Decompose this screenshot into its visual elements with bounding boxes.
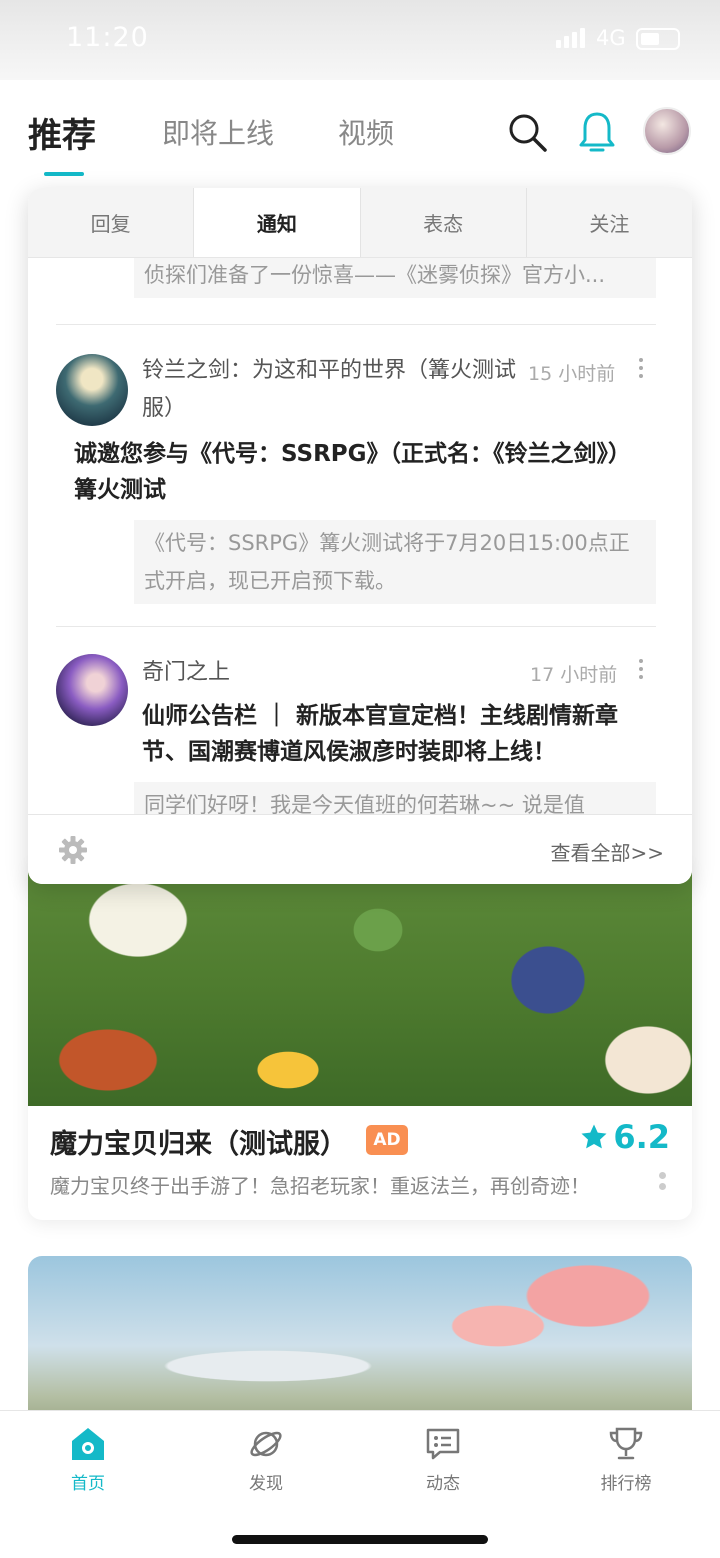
tab-active-indicator (44, 172, 84, 176)
game-description: 魔力宝贝终于出手游了！急招老玩家！重返法兰，再创奇迹！ (50, 1174, 590, 1198)
home-indicator (232, 1535, 488, 1544)
tab-upcoming[interactable]: 即将上线 (162, 112, 274, 152)
tab-notifications[interactable]: 通知 (194, 188, 361, 257)
nav-label: 排行榜 (600, 1474, 652, 1494)
battery-icon (636, 28, 680, 50)
star-icon (581, 1124, 607, 1149)
search-icon[interactable] (508, 113, 548, 157)
planet-icon (250, 1431, 282, 1457)
trophy-icon (609, 1427, 643, 1460)
notification-sender[interactable]: 铃兰之剑：为这和平的世界（篝火测试服） (142, 352, 522, 428)
notification-time: 15 小时前 (528, 363, 616, 385)
nav-label: 首页 (71, 1474, 105, 1494)
more-icon[interactable] (637, 659, 645, 679)
user-avatar[interactable] (643, 107, 691, 155)
notification-sender[interactable]: 奇门之上 (142, 654, 522, 692)
nav-label: 动态 (426, 1474, 460, 1494)
tab-recommend[interactable]: 推荐 (28, 108, 96, 157)
nav-home[interactable]: 首页 (28, 1425, 148, 1494)
status-time: 11:20 (66, 22, 149, 53)
nav-feed[interactable]: 动态 (383, 1425, 503, 1494)
game-card[interactable]: 魔力宝贝归来（测试服） AD 6.2 魔力宝贝终于出手游了！急招老玩家！重返法兰… (28, 860, 692, 1220)
nav-label: 发现 (249, 1474, 283, 1494)
view-all-link[interactable]: 查看全部>> (550, 837, 664, 866)
signal-icon (556, 28, 585, 48)
notification-quote: 侦探们准备了一份惊喜——《迷雾侦探》官方小... (134, 258, 656, 298)
avatar[interactable] (56, 654, 128, 726)
notification-title[interactable]: 诚邀您参与《代号：SSRPG》（正式名：《铃兰之剑》）篝火测试 (74, 436, 634, 508)
avatar[interactable] (56, 354, 128, 426)
notification-quote: 《代号：SSRPG》篝火测试将于7月20日15:00点正式开启，现已开启预下载。 (134, 520, 656, 604)
notification-title[interactable]: 仙师公告栏 ｜ 新版本官宣定档！主线剧情新章节、国潮赛博道风侯淑彦时装即将上线！ (142, 698, 662, 770)
tab-video[interactable]: 视频 (338, 112, 394, 152)
list-divider (56, 324, 656, 325)
notification-list[interactable]: 侦探们准备了一份惊喜——《迷雾侦探》官方小... 铃兰之剑：为这和平的世界（篝火… (28, 258, 692, 814)
bell-icon[interactable] (578, 110, 616, 158)
network-type: 4G (596, 26, 626, 50)
notification-time: 17 小时前 (530, 664, 618, 686)
notification-quote: 同学们好呀！我是今天值班的何若琳~~ 说是值 (134, 782, 656, 814)
more-icon[interactable] (658, 1172, 666, 1190)
rating: 6.2 (579, 1118, 670, 1156)
status-bar: 11:20 4G (0, 0, 720, 80)
nav-ranking[interactable]: 排行榜 (566, 1425, 686, 1494)
more-icon[interactable] (637, 358, 645, 378)
notification-panel: 回复 通知 表态 关注 侦探们准备了一份惊喜——《迷雾侦探》官方小... 铃兰之… (28, 188, 692, 884)
game-banner-image[interactable] (28, 860, 692, 1106)
bottom-nav: 首页 发现 动态 排行榜 (0, 1410, 720, 1558)
home-icon (72, 1428, 104, 1460)
chat-icon (426, 1428, 460, 1460)
gear-icon[interactable] (58, 835, 88, 869)
nav-discover[interactable]: 发现 (206, 1425, 326, 1494)
notification-tabs: 回复 通知 表态 关注 (28, 188, 692, 258)
tab-reactions[interactable]: 表态 (361, 188, 527, 257)
tab-follows[interactable]: 关注 (527, 188, 692, 257)
list-divider (56, 626, 656, 627)
notification-footer: 查看全部>> (28, 814, 692, 884)
ad-badge: AD (366, 1125, 408, 1155)
rating-value: 6.2 (613, 1118, 670, 1156)
game-title[interactable]: 魔力宝贝归来（测试服） (50, 1122, 347, 1161)
tab-replies[interactable]: 回复 (28, 188, 195, 257)
